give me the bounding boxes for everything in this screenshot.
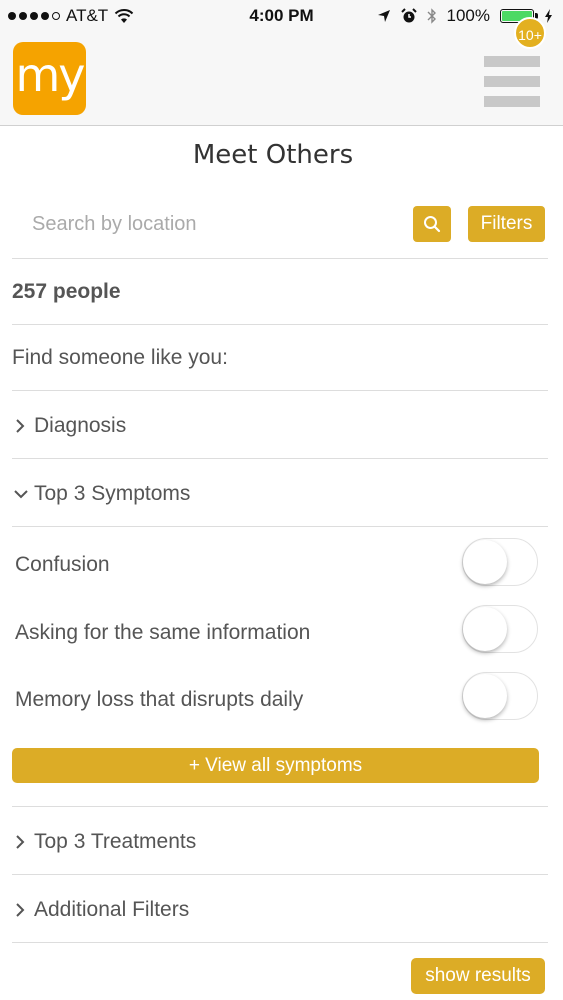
toggle-knob xyxy=(463,607,507,651)
app-header: my xyxy=(0,32,563,126)
location-search-input[interactable] xyxy=(30,204,404,244)
page-title: Meet Others xyxy=(192,140,354,170)
divider xyxy=(12,458,548,459)
section-additional-filters[interactable]: Additional Filters xyxy=(12,898,189,922)
divider xyxy=(12,324,548,325)
location-arrow-icon xyxy=(377,10,390,22)
section-diagnosis[interactable]: Diagnosis xyxy=(12,414,126,438)
divider xyxy=(12,526,548,527)
notification-badge[interactable]: 10+ xyxy=(514,17,546,49)
charging-bolt-icon xyxy=(545,9,552,23)
section-label: Diagnosis xyxy=(34,414,127,437)
menu-bar xyxy=(484,96,540,107)
chevron-right-icon xyxy=(16,903,25,917)
symptom-toggle[interactable] xyxy=(462,605,538,653)
bluetooth-icon xyxy=(427,8,436,24)
divider xyxy=(12,258,548,259)
find-prompt: Find someone like you: xyxy=(12,346,228,369)
alarm-icon xyxy=(400,8,417,23)
toggle-knob xyxy=(463,540,507,584)
status-bar: AT&T 4:00 PM 100% xyxy=(0,0,563,32)
divider xyxy=(12,806,548,807)
app-logo[interactable]: my xyxy=(13,42,86,115)
section-label: Top 3 Symptoms xyxy=(34,482,191,505)
section-top-symptoms[interactable]: Top 3 Symptoms xyxy=(12,482,190,506)
hamburger-menu-icon[interactable] xyxy=(484,54,540,114)
show-results-button[interactable]: show results xyxy=(411,958,545,994)
toggle-knob xyxy=(463,674,507,718)
chevron-down-icon xyxy=(14,490,28,499)
section-top-treatments[interactable]: Top 3 Treatments xyxy=(12,830,196,854)
chevron-right-icon xyxy=(16,835,25,849)
view-all-symptoms-button[interactable]: + View all symptoms xyxy=(12,748,539,783)
divider xyxy=(12,390,548,391)
section-label: Additional Filters xyxy=(34,898,190,921)
section-label: Top 3 Treatments xyxy=(34,830,197,853)
people-count: 257 people xyxy=(12,280,121,303)
symptom-toggle[interactable] xyxy=(462,538,538,586)
search-icon xyxy=(424,216,441,233)
filters-button[interactable]: Filters xyxy=(468,206,545,242)
symptom-label: Confusion xyxy=(15,553,110,576)
symptom-label: Memory loss that disrupts daily xyxy=(15,688,304,711)
divider xyxy=(12,874,548,875)
search-button[interactable] xyxy=(413,206,451,242)
battery-percent: 100% xyxy=(446,6,490,25)
symptom-toggle[interactable] xyxy=(462,672,538,720)
chevron-right-icon xyxy=(16,419,25,433)
symptom-label: Asking for the same information xyxy=(15,621,311,644)
menu-bar xyxy=(484,76,540,87)
menu-bar xyxy=(484,56,540,67)
divider xyxy=(12,942,548,943)
